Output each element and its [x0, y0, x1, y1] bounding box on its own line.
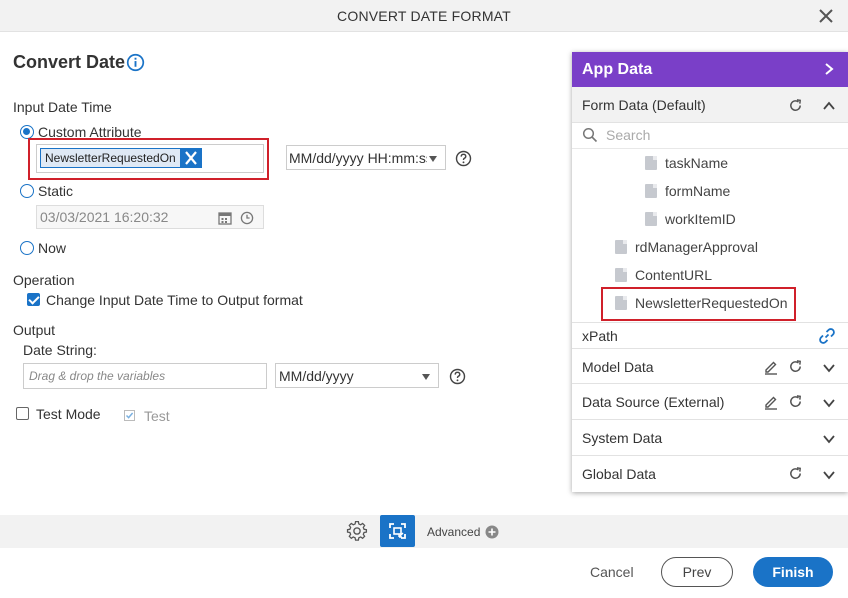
global-data-row[interactable]: Global Data — [572, 456, 848, 492]
form-data-row[interactable]: Form Data (Default) — [572, 87, 848, 123]
xpath-label: xPath — [582, 328, 618, 344]
input-format-value: MM/dd/yyyy HH:mm:ss — [289, 150, 427, 166]
field-icon — [645, 184, 657, 198]
help-icon[interactable] — [455, 150, 472, 167]
gear-icon[interactable] — [346, 520, 368, 542]
output-format-select[interactable]: MM/dd/yyyy — [275, 363, 439, 388]
static-label: Static — [38, 183, 74, 199]
cancel-button[interactable]: Cancel — [590, 564, 634, 580]
data-source-label: Data Source (External) — [582, 394, 725, 410]
field-icon — [615, 296, 627, 310]
prev-button[interactable]: Prev — [661, 557, 733, 587]
system-data-label: System Data — [582, 430, 663, 446]
app-data-panel: App Data Form Data (Default) Search task… — [572, 52, 848, 492]
mapping-icon — [389, 523, 406, 539]
info-icon[interactable] — [126, 53, 145, 72]
chevron-down-icon[interactable] — [822, 432, 836, 446]
field-icon — [645, 212, 657, 226]
test-mode-label: Test Mode — [36, 406, 101, 422]
page-title: Convert Date — [13, 52, 126, 72]
search-box[interactable]: Search — [572, 123, 848, 149]
search-icon — [582, 127, 598, 143]
static-date-field[interactable]: 03/03/2021 16:20:32 — [36, 205, 264, 229]
chevron-down-icon — [422, 374, 430, 380]
date-string-input[interactable]: Drag & drop the variables — [23, 363, 267, 389]
system-data-row[interactable]: System Data — [572, 420, 848, 456]
advanced-label[interactable]: Advanced — [427, 525, 480, 539]
attribute-token: NewsletterRequestedOn — [40, 148, 202, 168]
static-radio[interactable] — [20, 184, 34, 198]
search-placeholder: Search — [606, 127, 651, 143]
chevron-down-icon — [429, 156, 437, 162]
check-icon — [124, 410, 135, 421]
model-data-label: Model Data — [582, 359, 654, 375]
date-string-placeholder: Drag & drop the variables — [29, 369, 166, 383]
output-label: Output — [13, 322, 56, 338]
clock-icon[interactable] — [240, 211, 254, 225]
test-mode-checkbox[interactable] — [16, 407, 29, 420]
remove-token-icon[interactable] — [180, 148, 202, 168]
plus-circle-icon[interactable] — [485, 525, 499, 539]
calendar-icon[interactable] — [218, 211, 232, 225]
global-data-label: Global Data — [582, 466, 656, 482]
app-data-title: App Data — [582, 61, 653, 78]
now-label: Now — [38, 240, 67, 256]
chevron-down-icon[interactable] — [822, 361, 836, 375]
finish-button[interactable]: Finish — [753, 557, 833, 587]
now-radio[interactable] — [20, 241, 34, 255]
field-icon — [645, 156, 657, 170]
chevron-up-icon[interactable] — [822, 99, 836, 113]
input-format-select[interactable]: MM/dd/yyyy HH:mm:ss — [286, 145, 446, 170]
model-data-row[interactable]: Model Data — [572, 348, 848, 384]
edit-icon[interactable] — [763, 394, 779, 410]
data-source-row[interactable]: Data Source (External) — [572, 384, 848, 420]
refresh-icon[interactable] — [788, 466, 803, 481]
help-icon[interactable] — [449, 368, 466, 385]
refresh-icon[interactable] — [788, 394, 803, 409]
variable-mapping-button[interactable] — [380, 515, 415, 547]
tree-item-rdmanagerapproval[interactable]: rdManagerApproval — [635, 239, 758, 255]
operation-label: Operation — [13, 272, 75, 288]
xpath-row[interactable]: xPath — [572, 322, 848, 348]
tree-item-workitemid[interactable]: workItemID — [665, 211, 736, 227]
tree-item-taskname[interactable]: taskName — [665, 155, 728, 171]
bottom-toolbar: Advanced — [0, 515, 848, 548]
refresh-icon[interactable] — [788, 98, 803, 113]
date-string-label: Date String: — [23, 342, 97, 358]
edit-icon[interactable] — [763, 359, 779, 375]
test-label: Test — [144, 408, 170, 424]
field-icon — [615, 240, 627, 254]
change-format-checkbox[interactable] — [27, 293, 40, 306]
tree-item-contenturl[interactable]: ContentURL — [635, 267, 712, 283]
chevron-right-icon[interactable] — [822, 62, 836, 76]
tree-item-formname[interactable]: formName — [665, 183, 730, 199]
dialog-title: CONVERT DATE FORMAT — [337, 8, 511, 24]
field-icon — [615, 268, 627, 282]
close-icon[interactable] — [816, 6, 836, 26]
change-format-label: Change Input Date Time to Output format — [46, 292, 303, 308]
static-date-value: 03/03/2021 16:20:32 — [40, 209, 169, 225]
chevron-down-icon[interactable] — [822, 468, 836, 482]
link-icon[interactable] — [818, 327, 836, 345]
refresh-icon[interactable] — [788, 359, 803, 374]
input-date-time-label: Input Date Time — [13, 99, 112, 115]
form-data-label: Form Data (Default) — [582, 97, 706, 113]
custom-attribute-radio[interactable] — [20, 125, 34, 139]
output-format-value: MM/dd/yyyy — [279, 368, 354, 384]
chevron-down-icon[interactable] — [822, 396, 836, 410]
tree-item-newsletterrequestedon[interactable]: NewsletterRequestedOn — [635, 295, 788, 311]
dialog-titlebar: CONVERT DATE FORMAT — [0, 0, 848, 32]
app-data-header[interactable]: App Data — [572, 52, 848, 87]
